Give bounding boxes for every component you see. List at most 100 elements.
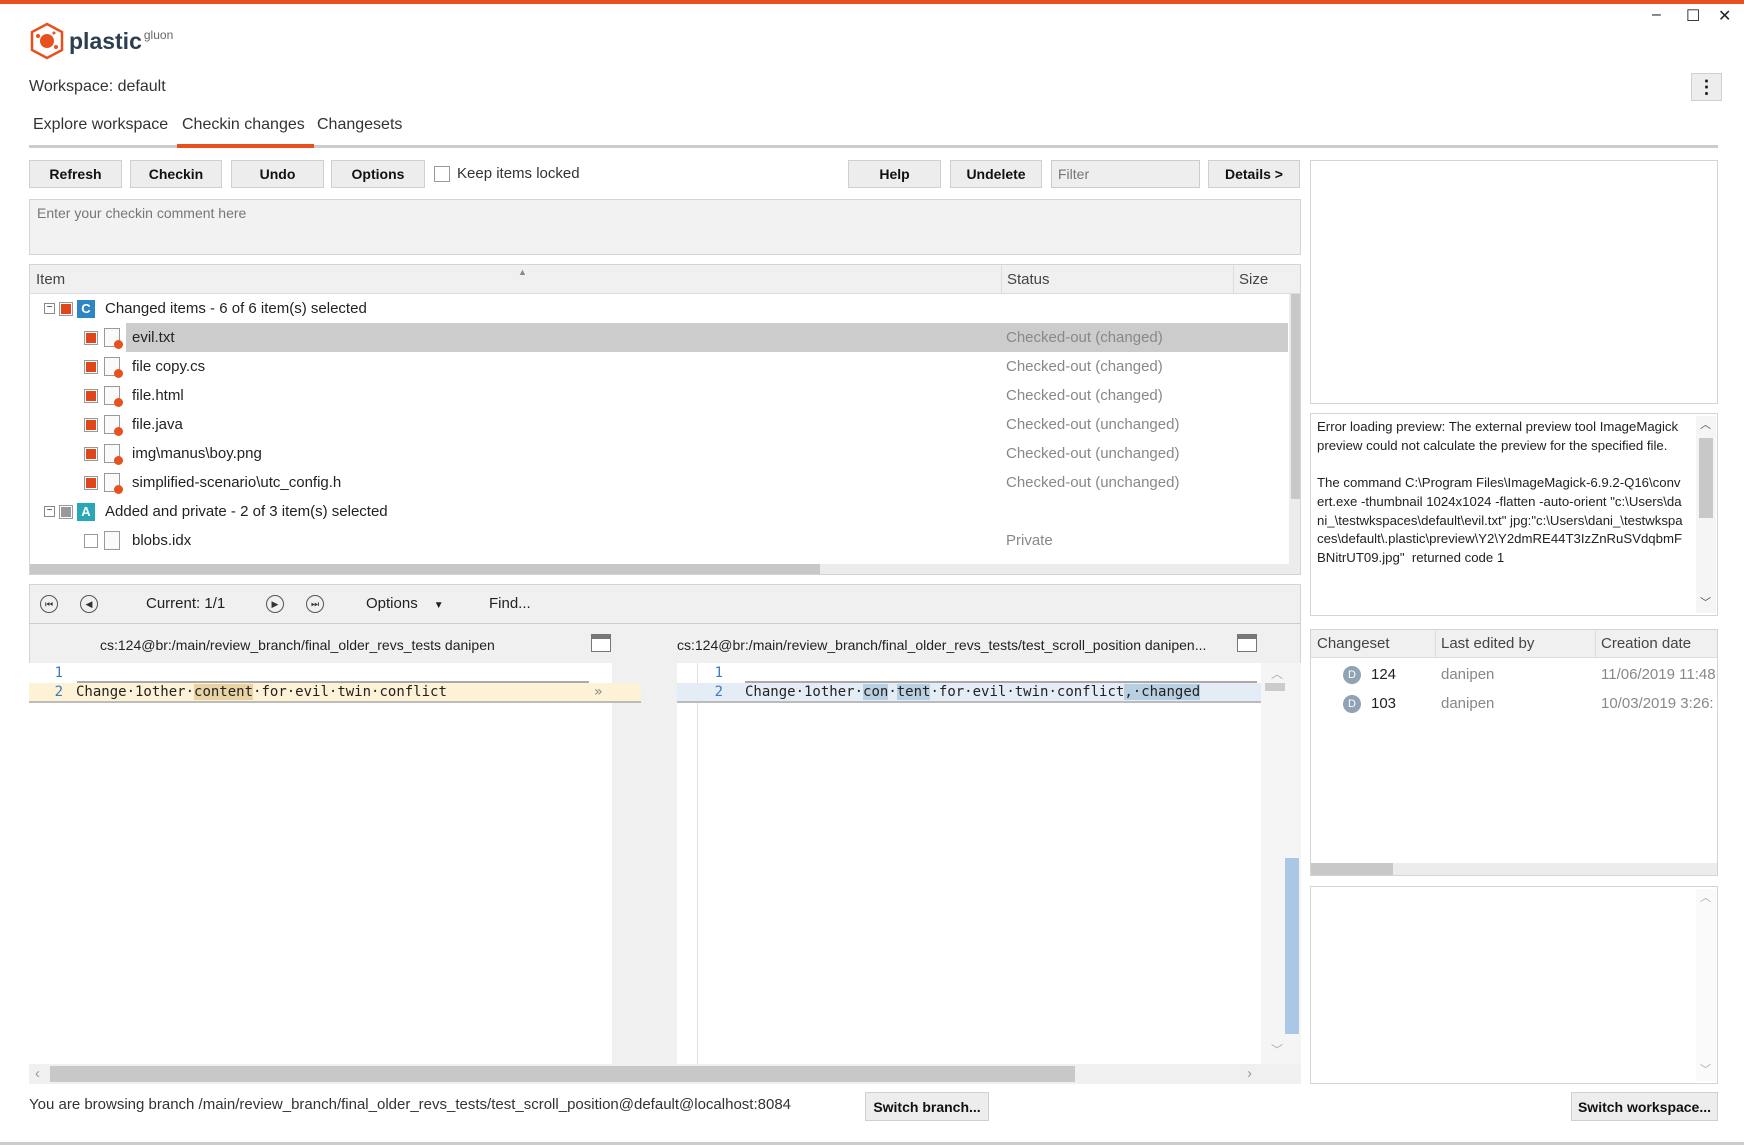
table-row[interactable]: blobs.idx Private [30, 526, 1288, 555]
tab-explore-workspace[interactable]: Explore workspace [33, 116, 168, 134]
table-row[interactable]: simplified-scenario\utc_config.h Checked… [30, 468, 1288, 497]
left-diff-pane[interactable]: 1 2Change·1other·content·for·evil·twin·c… [29, 663, 612, 1064]
table-row[interactable]: file.html Checked-out (changed) [30, 381, 1288, 410]
table-row[interactable]: file.java Checked-out (unchanged) [30, 410, 1288, 439]
keep-items-locked-checkbox[interactable] [434, 166, 450, 182]
maximize-pane-icon[interactable] [591, 634, 611, 652]
checkin-button[interactable]: Checkin [130, 160, 222, 188]
item-checkbox[interactable] [84, 360, 98, 374]
vertical-scrollbar[interactable] [1289, 294, 1301, 564]
brand-name: plastic [69, 28, 142, 55]
column-creation-date[interactable]: Creation date [1601, 635, 1691, 652]
column-item[interactable]: Item [36, 271, 65, 288]
changeset-row[interactable]: D 124 danipen 11/06/2019 11:48 [1311, 664, 1717, 692]
item-checkbox[interactable] [84, 418, 98, 432]
first-diff-icon[interactable]: ⏮ [40, 595, 58, 613]
group-row[interactable]: − C Changed items - 6 of 6 item(s) selec… [30, 294, 1288, 323]
find-button[interactable]: Find... [489, 595, 531, 612]
item-checkbox[interactable] [84, 476, 98, 490]
item-name: blobs.idx [132, 532, 191, 549]
diff-options-dropdown[interactable]: Options▼ [366, 595, 444, 612]
item-name: evil.txt [132, 329, 175, 346]
file-icon [104, 357, 120, 376]
branch-status-text: You are browsing branch /main/review_bra… [29, 1096, 791, 1113]
more-options-button[interactable]: ⋮ [1691, 73, 1722, 101]
close-button[interactable]: ✕ [1718, 6, 1731, 26]
item-name: file.java [132, 416, 183, 433]
table-row[interactable]: evil.txt Checked-out (changed) [30, 323, 1288, 352]
merge-arrow-icon[interactable]: » [594, 683, 602, 701]
item-status: Checked-out (unchanged) [1006, 474, 1179, 491]
filter-input[interactable] [1051, 160, 1200, 188]
column-last-edited-by[interactable]: Last edited by [1441, 635, 1534, 652]
undelete-button[interactable]: Undelete [950, 160, 1042, 188]
preview-image-panel [1310, 160, 1718, 404]
details-button[interactable]: Details > [1208, 160, 1300, 188]
file-icon [104, 415, 120, 434]
item-name: simplified-scenario\utc_config.h [132, 474, 341, 491]
item-status: Checked-out (unchanged) [1006, 445, 1179, 462]
workspace-label: Workspace: default [29, 78, 166, 96]
changeset-row[interactable]: D 103 danipen 10/03/2019 3:26: [1311, 693, 1717, 721]
next-diff-icon[interactable]: ▶ [266, 595, 284, 613]
details-scrollbar[interactable]: ︿﹀ [1696, 889, 1716, 1081]
left-pane-header: cs:124@br:/main/review_branch/final_olde… [100, 637, 495, 653]
group-label: Changed items - 6 of 6 item(s) selected [105, 300, 367, 317]
app-logo: plastic gluon [29, 22, 173, 60]
group-checkbox[interactable] [59, 302, 73, 316]
tab-checkin-changes[interactable]: Checkin changes [182, 116, 305, 134]
switch-branch-button[interactable]: Switch branch... [865, 1092, 989, 1121]
diff-horizontal-scrollbar[interactable]: ‹› [29, 1064, 1301, 1084]
table-row[interactable]: img\manus\boy.png Checked-out (unchanged… [30, 439, 1288, 468]
file-icon [104, 473, 120, 492]
changeset-icon: D [1343, 695, 1361, 713]
diff-overview-thumb[interactable] [1285, 858, 1299, 1034]
maximize-button[interactable]: ☐ [1686, 6, 1700, 26]
table-header: Item ▲ Status Size [30, 265, 1301, 294]
group-label: Added and private - 2 of 3 item(s) selec… [105, 503, 388, 520]
keep-items-locked-label: Keep items locked [457, 165, 580, 182]
preview-error-panel: Error loading preview: The external prev… [1310, 413, 1718, 616]
help-button[interactable]: Help [848, 160, 941, 188]
right-diff-pane[interactable]: 1 2Change·1other·con·tent·for·evil·twin·… [677, 663, 1261, 1064]
item-checkbox[interactable] [84, 389, 98, 403]
group-checkbox[interactable] [59, 505, 73, 519]
checkin-comment-input[interactable]: Enter your checkin comment here [29, 199, 1301, 255]
item-checkbox[interactable] [84, 331, 98, 345]
diff-line-changed: 2Change·1other·content·for·evil·twin·con… [29, 683, 641, 703]
maximize-pane-icon[interactable] [1237, 634, 1257, 652]
changesets-hscrollbar[interactable] [1311, 863, 1717, 875]
options-button[interactable]: Options [331, 160, 425, 188]
item-name: file.html [132, 387, 184, 404]
item-name: file copy.cs [132, 358, 205, 375]
column-status[interactable]: Status [1007, 271, 1050, 288]
item-checkbox[interactable] [84, 534, 98, 548]
item-status: Checked-out (unchanged) [1006, 416, 1179, 433]
brand-sub: gluon [144, 28, 173, 42]
diff-vertical-scrollbar[interactable]: ︿ ﹀ [1261, 663, 1301, 1064]
table-row[interactable]: file copy.cs Checked-out (changed) [30, 352, 1288, 381]
column-changeset[interactable]: Changeset [1317, 635, 1390, 652]
switch-workspace-button[interactable]: Switch workspace... [1571, 1092, 1718, 1121]
pending-changes-table: Item ▲ Status Size − C Changed items - 6… [29, 264, 1301, 575]
tab-changesets[interactable]: Changesets [317, 116, 402, 134]
changeset-details-panel: ︿﹀ [1310, 886, 1718, 1084]
current-diff-label: Current: 1/1 [146, 595, 225, 612]
group-type-icon: A [77, 503, 95, 521]
refresh-button[interactable]: Refresh [29, 160, 122, 188]
item-status: Checked-out (changed) [1006, 329, 1163, 346]
previous-diff-icon[interactable]: ◀ [80, 595, 98, 613]
minimize-button[interactable]: – [1652, 6, 1661, 24]
horizontal-scrollbar[interactable] [30, 564, 1301, 575]
diff-line-changed: 2Change·1other·con·tent·for·evil·twin·co… [677, 683, 1261, 703]
group-row[interactable]: − A Added and private - 2 of 3 item(s) s… [30, 497, 1288, 526]
item-checkbox[interactable] [84, 447, 98, 461]
active-tab-indicator [177, 144, 314, 148]
collapse-icon[interactable]: − [44, 303, 55, 314]
group-type-icon: C [77, 300, 95, 318]
undo-button[interactable]: Undo [231, 160, 324, 188]
preview-scrollbar[interactable]: ︿ ﹀ [1696, 416, 1716, 613]
column-size[interactable]: Size [1239, 271, 1268, 288]
last-diff-icon[interactable]: ⏭ [306, 595, 324, 613]
collapse-icon[interactable]: − [44, 506, 55, 517]
